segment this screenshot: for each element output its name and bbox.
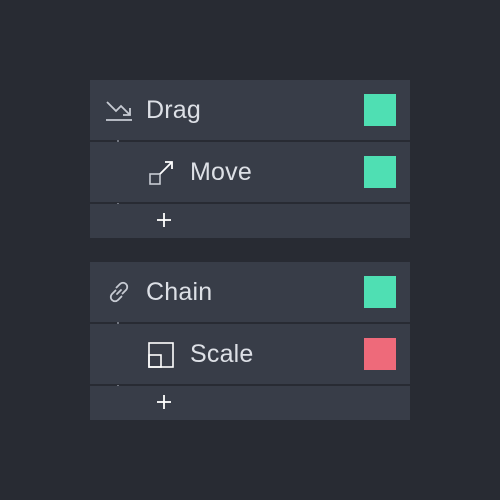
behavior-group-chain: Chain Scale: [90, 262, 410, 422]
color-swatch[interactable]: [364, 338, 396, 370]
behavior-label: Move: [190, 157, 252, 186]
move-diagonal-icon: [149, 161, 173, 185]
color-swatch[interactable]: [364, 276, 396, 308]
behavior-label: Drag: [146, 95, 201, 124]
color-swatch[interactable]: [364, 94, 396, 126]
behavior-row-chain[interactable]: Chain: [90, 262, 410, 322]
behavior-label: Scale: [190, 339, 254, 368]
link-icon: [109, 281, 129, 303]
scale-icon: [148, 342, 174, 368]
behavior-row-drag[interactable]: Drag: [90, 80, 410, 140]
color-swatch[interactable]: [364, 156, 396, 188]
add-behavior-row: [90, 386, 410, 420]
add-behavior-row: [90, 204, 410, 238]
behavior-tree-panel: Drag Move Chain Scale: [0, 0, 500, 500]
plus-icon[interactable]: [153, 391, 175, 413]
trending-down-icon: [106, 101, 132, 121]
behavior-group-drag: Drag Move: [90, 80, 410, 240]
plus-icon[interactable]: [153, 209, 175, 231]
behavior-label: Chain: [146, 277, 213, 306]
behavior-row-move[interactable]: Move: [90, 142, 410, 202]
behavior-row-scale[interactable]: Scale: [90, 324, 410, 384]
